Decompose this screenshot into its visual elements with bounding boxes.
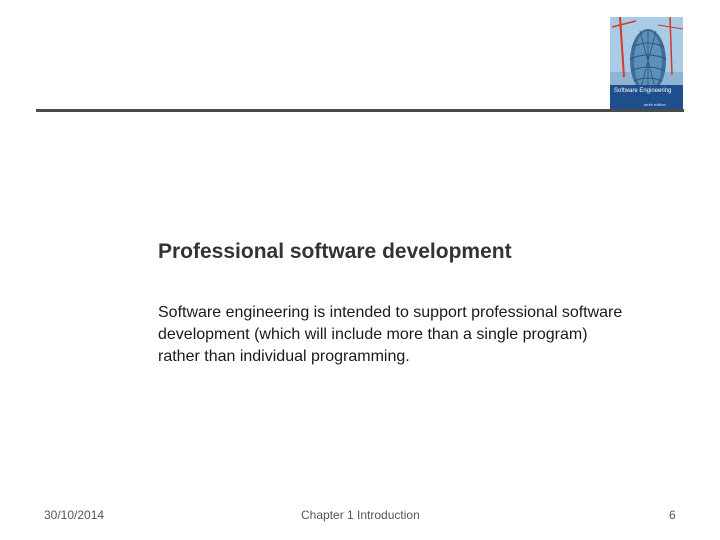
footer-date: 30/10/2014 (44, 508, 105, 522)
book-cover-image: Software Engineering tenth edition (610, 17, 683, 110)
slide-body-text: Software engineering is intended to supp… (158, 304, 623, 365)
slide-heading: Professional software development (158, 240, 512, 263)
footer-chapter-title: Chapter 1 Introduction (301, 508, 420, 522)
cover-edition: tenth edition (644, 102, 666, 107)
footer-page-number: 6 (669, 508, 676, 522)
gherkin-tower-illustration (610, 17, 683, 110)
header-divider (36, 109, 684, 112)
cover-title: Software Engineering (614, 88, 672, 94)
